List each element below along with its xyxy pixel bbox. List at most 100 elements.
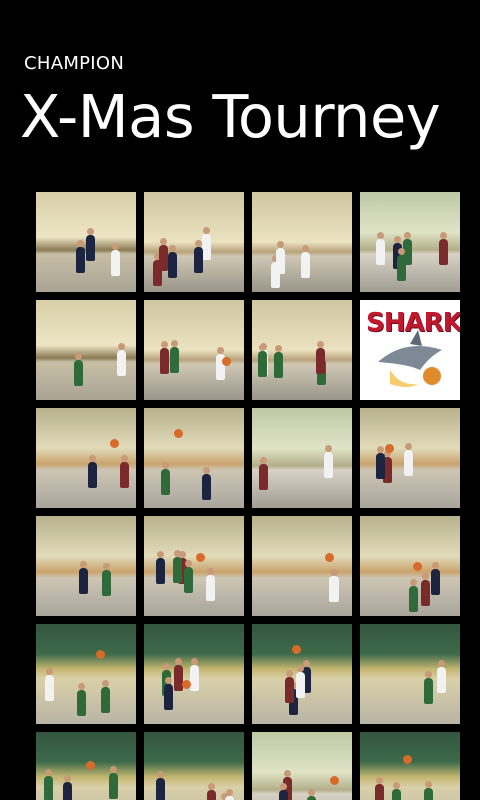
- basketball-icon: [222, 357, 232, 367]
- photo-album-page: CHAMPION X-Mas Tourney SHARK: [0, 0, 480, 800]
- player-head: [403, 232, 411, 240]
- photo-thumbnail[interactable]: [144, 192, 244, 292]
- player-figure: [201, 474, 211, 501]
- player-figure: [279, 789, 289, 800]
- basketball-icon: [385, 444, 395, 454]
- player-head: [80, 561, 88, 569]
- player-head: [194, 239, 202, 247]
- player-figure: [193, 246, 203, 273]
- player-head: [191, 658, 199, 666]
- player-head: [168, 245, 176, 253]
- player-figure: [43, 775, 53, 800]
- basketball-icon: [85, 761, 95, 771]
- player-figure: [163, 683, 173, 710]
- player-head: [394, 235, 402, 243]
- photo-thumbnail[interactable]: [360, 192, 460, 292]
- photo-thumbnail[interactable]: [36, 732, 136, 800]
- page-title: X-Mas Tourney: [20, 82, 441, 151]
- player-head: [171, 340, 179, 348]
- player-head: [225, 789, 233, 797]
- player-head: [88, 455, 96, 463]
- photo-thumbnail[interactable]: [252, 408, 352, 508]
- photo-thumbnail[interactable]: [360, 624, 460, 724]
- player-figure: [404, 449, 414, 476]
- player-head: [425, 670, 433, 678]
- photo-thumbnail[interactable]: [144, 516, 244, 616]
- player-head: [258, 343, 266, 351]
- player-head: [77, 683, 85, 691]
- player-head: [280, 782, 288, 790]
- player-figure: [63, 782, 73, 800]
- player-figure: [201, 234, 211, 261]
- player-head: [44, 768, 52, 776]
- photo-thumbnail[interactable]: [36, 516, 136, 616]
- photo-thumbnail[interactable]: [252, 300, 352, 400]
- photo-thumbnail[interactable]: [252, 516, 352, 616]
- photo-thumbnail[interactable]: [252, 732, 352, 800]
- player-head: [112, 242, 120, 250]
- player-figure: [190, 665, 200, 692]
- shark-logo-thumbnail[interactable]: SHARK: [360, 300, 460, 400]
- player-figure: [439, 239, 449, 266]
- photo-thumbnail[interactable]: [252, 624, 352, 724]
- player-figure: [295, 671, 305, 698]
- player-figure: [424, 787, 434, 800]
- player-figure: [173, 556, 183, 583]
- player-head: [425, 780, 433, 788]
- player-figure: [275, 248, 285, 275]
- player-figure: [408, 585, 418, 612]
- photo-thumbnail[interactable]: [144, 408, 244, 508]
- player-head: [202, 227, 210, 235]
- player-head: [86, 228, 94, 236]
- player-head: [276, 241, 284, 249]
- player-figure: [161, 469, 171, 496]
- photo-thumbnail[interactable]: [144, 624, 244, 724]
- player-figure: [73, 360, 83, 387]
- player-figure: [257, 350, 267, 377]
- basketball-icon: [403, 755, 413, 765]
- player-figure: [101, 569, 111, 596]
- basketball-icon: [325, 552, 335, 562]
- player-head: [163, 663, 171, 670]
- player-head: [302, 245, 310, 253]
- player-head: [330, 569, 338, 577]
- photo-thumbnail[interactable]: [144, 300, 244, 400]
- basketball-icon: [109, 438, 119, 448]
- player-figure: [155, 558, 165, 585]
- app-title: CHAMPION: [24, 53, 125, 74]
- player-figure: [155, 778, 165, 800]
- player-head: [398, 247, 406, 255]
- shark-icon: [378, 330, 442, 387]
- photo-thumbnail[interactable]: [36, 192, 136, 292]
- player-figure: [324, 452, 334, 479]
- player-figure: [431, 569, 441, 596]
- player-head: [156, 771, 164, 779]
- photo-thumbnail[interactable]: [360, 732, 460, 800]
- player-head: [375, 776, 383, 784]
- player-head: [283, 769, 291, 777]
- player-head: [316, 341, 324, 348]
- photo-thumbnail[interactable]: [252, 192, 352, 292]
- player-figure: [120, 461, 130, 488]
- photo-thumbnail[interactable]: [144, 732, 244, 800]
- photo-thumbnail[interactable]: [360, 408, 460, 508]
- player-head: [159, 238, 167, 246]
- player-head: [175, 657, 183, 665]
- player-head: [164, 676, 172, 684]
- player-head: [202, 467, 210, 475]
- player-figure: [391, 788, 401, 800]
- photo-thumbnail[interactable]: [36, 408, 136, 508]
- player-head: [207, 782, 215, 790]
- player-figure: [111, 249, 121, 276]
- player-head: [74, 353, 82, 361]
- player-figure: [421, 579, 431, 606]
- player-figure: [167, 252, 177, 279]
- player-head: [392, 781, 400, 789]
- player-figure: [375, 452, 385, 479]
- photo-thumbnail[interactable]: [36, 624, 136, 724]
- player-head: [156, 551, 164, 559]
- player-figure: [79, 568, 89, 595]
- player-figure: [45, 675, 55, 702]
- photo-thumbnail[interactable]: [360, 516, 460, 616]
- photo-thumbnail[interactable]: [36, 300, 136, 400]
